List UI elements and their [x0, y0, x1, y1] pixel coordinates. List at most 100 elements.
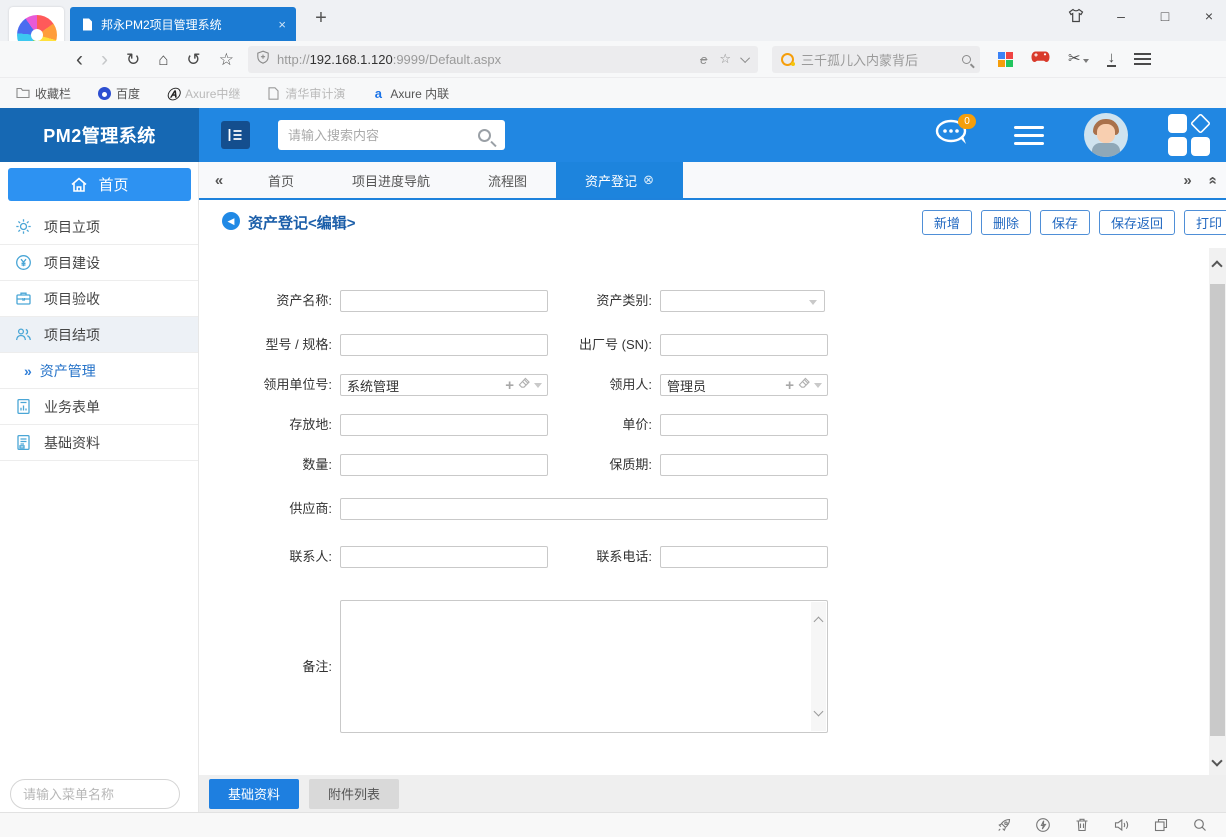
bookmark-baidu[interactable]: 百度: [97, 85, 140, 102]
app-search-icon[interactable]: [478, 129, 491, 142]
sidebar-item-project-closing[interactable]: 项目结项: [0, 317, 198, 353]
unit-input[interactable]: [341, 378, 505, 393]
compat-mode-icon[interactable]: e: [700, 52, 707, 67]
sidebar-item-project-acceptance[interactable]: 项目验收: [0, 281, 198, 317]
browser-menu-icon[interactable]: [1134, 58, 1151, 60]
back-button[interactable]: ◀: [222, 212, 240, 230]
tab-asset-registration[interactable]: 资产登记 ⊗: [556, 162, 683, 198]
warranty-label: 保质期:: [539, 454, 652, 476]
browser-tab[interactable]: 邦永PM2项目管理系统 ×: [70, 7, 296, 41]
tab-project-progress[interactable]: 项目进度导航: [323, 162, 459, 198]
delete-button[interactable]: 删除: [981, 210, 1031, 235]
tab-basic-data[interactable]: 基础资料: [209, 779, 299, 809]
price-input[interactable]: [660, 414, 828, 436]
asset-name-label: 资产名称:: [199, 290, 332, 312]
sidebar-item-project-construction[interactable]: 项目建设: [0, 245, 198, 281]
warranty-input[interactable]: [660, 454, 828, 476]
scroll-up-icon[interactable]: [1211, 260, 1222, 271]
new-tab-button[interactable]: +: [308, 8, 334, 28]
app-menu-icon[interactable]: [1014, 134, 1044, 137]
theme-skin-icon[interactable]: [1068, 8, 1086, 23]
bookmark-folder[interactable]: 收藏栏: [16, 85, 71, 102]
browser-search-box[interactable]: 三千孤儿入内蒙背后: [772, 46, 980, 73]
games-icon[interactable]: [1031, 50, 1050, 68]
trash-icon[interactable]: [1074, 817, 1090, 833]
location-label: 存放地:: [199, 414, 332, 436]
forward-icon[interactable]: ›: [101, 49, 108, 70]
remark-textarea[interactable]: [340, 600, 828, 733]
tab-attachments[interactable]: 附件列表: [309, 779, 399, 809]
collapse-panel-icon[interactable]: »: [1204, 176, 1219, 184]
location-input[interactable]: [340, 414, 548, 436]
tab-home[interactable]: 首页: [239, 162, 323, 198]
urlbar-dropdown-icon[interactable]: [740, 53, 750, 63]
screenshot-scissors-icon[interactable]: ✂: [1068, 50, 1089, 68]
contact-input[interactable]: [340, 546, 548, 568]
user-lookup[interactable]: +: [660, 374, 828, 396]
scroll-down-icon[interactable]: [814, 707, 824, 717]
phone-input[interactable]: [660, 546, 828, 568]
user-avatar[interactable]: [1084, 113, 1128, 157]
tabs-scroll-left-icon[interactable]: «: [199, 162, 239, 198]
sidebar-item-project-initiation[interactable]: 项目立项: [0, 209, 198, 245]
sidebar-home-button[interactable]: 首页: [8, 168, 191, 201]
bookmark-star-icon[interactable]: ☆: [719, 51, 731, 67]
asset-name-input[interactable]: [340, 290, 548, 312]
model-input[interactable]: [340, 334, 548, 356]
zoom-search-icon[interactable]: [1192, 817, 1208, 833]
sidebar-toggle-button[interactable]: [221, 121, 250, 149]
minimize-button[interactable]: –: [1112, 9, 1130, 23]
menu-search-input[interactable]: [11, 787, 211, 802]
maximize-button[interactable]: □: [1156, 9, 1174, 23]
bookmark-audit[interactable]: 清华审计演: [266, 85, 345, 102]
download-icon[interactable]: ↓: [1107, 51, 1117, 67]
volume-icon[interactable]: [1113, 817, 1130, 833]
lookup-add-icon[interactable]: +: [785, 378, 794, 393]
sidebar-item-asset-management[interactable]: » 资产管理: [0, 353, 198, 389]
print-button[interactable]: 打印: [1184, 210, 1226, 235]
save-button[interactable]: 保存: [1040, 210, 1090, 235]
back-icon[interactable]: ‹: [76, 49, 83, 70]
tabs-scroll-right-icon[interactable]: »: [1183, 173, 1191, 188]
scrollbar-thumb[interactable]: [1210, 284, 1225, 736]
messages-button[interactable]: 0: [932, 118, 974, 152]
textarea-scrollbar[interactable]: [811, 602, 826, 731]
lookup-clear-icon[interactable]: [798, 376, 810, 394]
tab-flowchart[interactable]: 流程图: [459, 162, 556, 198]
save-return-button[interactable]: 保存返回: [1099, 210, 1175, 235]
sn-input[interactable]: [660, 334, 828, 356]
asset-type-select[interactable]: [660, 290, 825, 312]
user-input[interactable]: [661, 378, 785, 393]
folder-icon: [16, 86, 30, 100]
quantity-input[interactable]: [340, 454, 548, 476]
lookup-caret-icon[interactable]: [814, 383, 822, 388]
supplier-input[interactable]: [340, 498, 828, 520]
search-icon[interactable]: [962, 55, 971, 64]
bookmark-axure-relay[interactable]: Ⓐ Axure中继: [166, 85, 240, 102]
refresh-icon[interactable]: ↻: [126, 51, 140, 68]
modules-grid-icon[interactable]: [1168, 114, 1212, 156]
scissors-dropdown-icon[interactable]: [1083, 59, 1089, 63]
main-scrollbar[interactable]: [1209, 248, 1226, 775]
windows-overlay-icon[interactable]: [1153, 817, 1169, 833]
app-search-input[interactable]: [278, 128, 478, 143]
favorite-star-icon[interactable]: ☆: [219, 51, 234, 68]
close-button[interactable]: ×: [1200, 9, 1218, 23]
bookmark-axure-internal[interactable]: a Axure 内联: [371, 85, 449, 102]
lookup-clear-icon[interactable]: [518, 376, 530, 394]
unit-lookup[interactable]: +: [340, 374, 548, 396]
scroll-down-icon[interactable]: [1211, 755, 1222, 766]
boost-rocket-icon[interactable]: [996, 817, 1012, 833]
speed-mode-icon[interactable]: [1035, 817, 1051, 833]
add-button[interactable]: 新增: [922, 210, 972, 235]
lookup-add-icon[interactable]: +: [505, 378, 514, 393]
scroll-up-icon[interactable]: [814, 617, 824, 627]
tab-close-icon[interactable]: ⊗: [643, 172, 654, 188]
sidebar-item-basic-data[interactable]: 基础资料: [0, 425, 198, 461]
home-icon[interactable]: ⌂: [158, 51, 168, 68]
sidebar-item-business-forms[interactable]: 业务表单: [0, 389, 198, 425]
address-bar[interactable]: http://192.168.1.120:9999/Default.aspx e…: [248, 46, 758, 73]
tab-close-icon[interactable]: ×: [278, 17, 286, 32]
undo-icon[interactable]: ↺: [187, 51, 201, 68]
apps-grid-icon[interactable]: [998, 52, 1013, 67]
